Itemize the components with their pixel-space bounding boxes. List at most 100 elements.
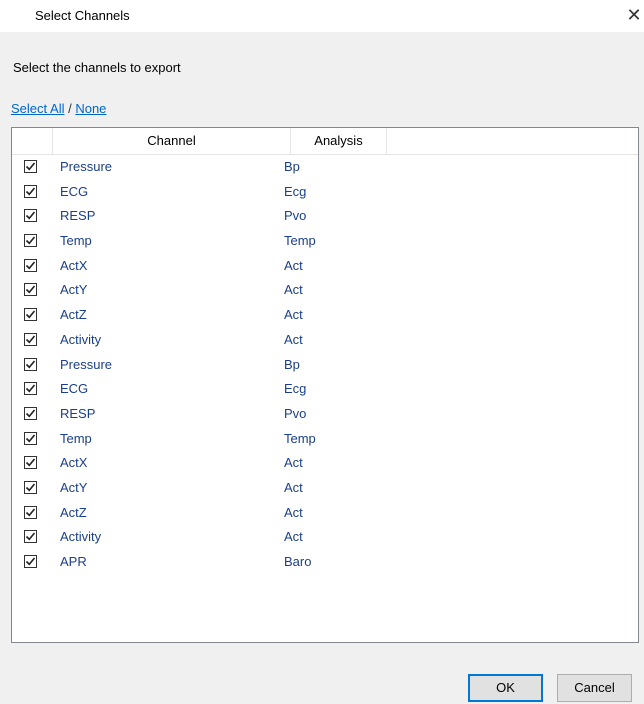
- analysis-cell: Act: [284, 479, 303, 495]
- table-row[interactable]: RESP Pvo: [12, 204, 638, 229]
- channel-checkbox[interactable]: [24, 258, 37, 272]
- channel-checkbox[interactable]: [24, 555, 37, 568]
- channel-checkbox[interactable]: [24, 332, 37, 346]
- channel-cell: RESP: [60, 405, 96, 421]
- checkmark-icon: [25, 483, 36, 492]
- channel-checkbox[interactable]: [24, 357, 37, 371]
- table-row[interactable]: ActZ Act: [12, 501, 638, 526]
- cancel-button[interactable]: Cancel: [557, 674, 632, 702]
- column-header-check[interactable]: [12, 128, 53, 154]
- channel-cell: Pressure: [60, 159, 113, 174]
- channel-cell: ActX: [60, 257, 88, 273]
- analysis-cell: Act: [284, 529, 303, 545]
- table-row[interactable]: APR Baro: [12, 550, 638, 575]
- table-row[interactable]: Activity Act: [12, 525, 638, 550]
- checkmark-icon: [25, 261, 36, 270]
- channel-cell: ECG: [60, 183, 89, 199]
- checkmark-icon: [25, 409, 36, 418]
- checkmark-icon: [25, 211, 36, 220]
- channel-cell: ActY: [60, 479, 88, 495]
- table-row[interactable]: ActX Act: [12, 451, 638, 476]
- channel-checkbox[interactable]: [24, 505, 37, 519]
- close-icon[interactable]: ✕: [624, 0, 644, 30]
- grid-rows: Pressure Bp ECG Ecg RESP Pvo Temp Temp ActX Act Ac…: [12, 155, 638, 575]
- channel-cell: ActX: [60, 455, 88, 471]
- table-row[interactable]: Temp Temp: [12, 427, 638, 452]
- channel-checkbox[interactable]: [24, 456, 37, 470]
- channel-checkbox[interactable]: [24, 209, 37, 223]
- channel-cell: Temp: [60, 233, 92, 249]
- checkmark-icon: [25, 285, 36, 294]
- analysis-cell: Act: [284, 307, 303, 323]
- analysis-cell: Act: [284, 331, 303, 347]
- table-row[interactable]: ActY Act: [12, 278, 638, 303]
- checkmark-icon: [25, 508, 36, 517]
- channel-checkbox[interactable]: [24, 160, 37, 173]
- checkmark-icon: [25, 557, 36, 566]
- checkmark-icon: [25, 236, 36, 245]
- checkmark-icon: [25, 384, 36, 393]
- select-none-link[interactable]: None: [75, 101, 106, 116]
- table-row[interactable]: RESP Pvo: [12, 402, 638, 427]
- channel-grid[interactable]: Channel Analysis Pressure Bp ECG Ecg RESP Pvo…: [11, 127, 639, 643]
- checkmark-icon: [25, 335, 36, 344]
- channel-cell: APR: [60, 554, 87, 569]
- channel-cell: ActZ: [60, 504, 87, 520]
- checkmark-icon: [25, 162, 36, 171]
- ok-button[interactable]: OK: [468, 674, 543, 702]
- analysis-cell: Act: [284, 455, 303, 471]
- checkmark-icon: [25, 359, 36, 368]
- analysis-cell: Bp: [284, 159, 300, 174]
- select-channels-dialog: Select Channels ✕ Select the channels to…: [0, 0, 644, 704]
- checkmark-icon: [25, 458, 36, 467]
- checkmark-icon: [25, 310, 36, 319]
- table-row[interactable]: ECG Ecg: [12, 377, 638, 402]
- channel-checkbox[interactable]: [24, 480, 37, 494]
- analysis-cell: Act: [284, 504, 303, 520]
- checkmark-icon: [25, 187, 36, 196]
- analysis-cell: Ecg: [284, 381, 307, 397]
- channel-cell: RESP: [60, 208, 96, 224]
- analysis-cell: Pvo: [284, 208, 307, 224]
- analysis-cell: Pvo: [284, 405, 307, 421]
- channel-cell: Pressure: [60, 356, 113, 372]
- table-row[interactable]: ActZ Act: [12, 303, 638, 328]
- channel-checkbox[interactable]: [24, 308, 37, 322]
- grid-header: Channel Analysis: [12, 128, 638, 155]
- analysis-cell: Act: [284, 282, 303, 298]
- table-row[interactable]: Pressure Bp: [12, 155, 638, 180]
- analysis-cell: Baro: [284, 554, 312, 569]
- table-row[interactable]: ActX Act: [12, 254, 638, 279]
- channel-cell: ActZ: [60, 307, 87, 323]
- link-separator: /: [64, 101, 76, 116]
- channel-checkbox[interactable]: [24, 431, 37, 445]
- analysis-cell: Ecg: [284, 183, 307, 199]
- table-row[interactable]: Activity Act: [12, 328, 638, 353]
- select-all-link[interactable]: Select All: [11, 101, 64, 116]
- analysis-cell: Temp: [284, 430, 316, 446]
- analysis-cell: Act: [284, 257, 303, 273]
- analysis-cell: Temp: [284, 233, 316, 249]
- channel-cell: ActY: [60, 282, 88, 298]
- channel-checkbox[interactable]: [24, 283, 37, 297]
- channel-cell: Activity: [60, 529, 102, 545]
- channel-cell: Activity: [60, 331, 102, 347]
- channel-checkbox[interactable]: [24, 406, 37, 420]
- channel-cell: Temp: [60, 430, 92, 446]
- channel-checkbox[interactable]: [24, 530, 37, 544]
- table-row[interactable]: ECG Ecg: [12, 180, 638, 205]
- select-links: Select All / None: [11, 101, 106, 116]
- table-row[interactable]: Pressure Bp: [12, 353, 638, 378]
- channel-checkbox[interactable]: [24, 234, 37, 248]
- analysis-cell: Bp: [284, 356, 300, 372]
- channel-checkbox[interactable]: [24, 382, 37, 396]
- column-header-analysis[interactable]: Analysis: [291, 128, 387, 154]
- checkmark-icon: [25, 434, 36, 443]
- channel-cell: ECG: [60, 381, 89, 397]
- table-row[interactable]: ActY Act: [12, 476, 638, 501]
- table-row[interactable]: Temp Temp: [12, 229, 638, 254]
- title-bar: Select Channels ✕: [0, 0, 644, 32]
- channel-checkbox[interactable]: [24, 184, 37, 198]
- instruction-text: Select the channels to export: [13, 60, 181, 75]
- column-header-channel[interactable]: Channel: [53, 128, 291, 154]
